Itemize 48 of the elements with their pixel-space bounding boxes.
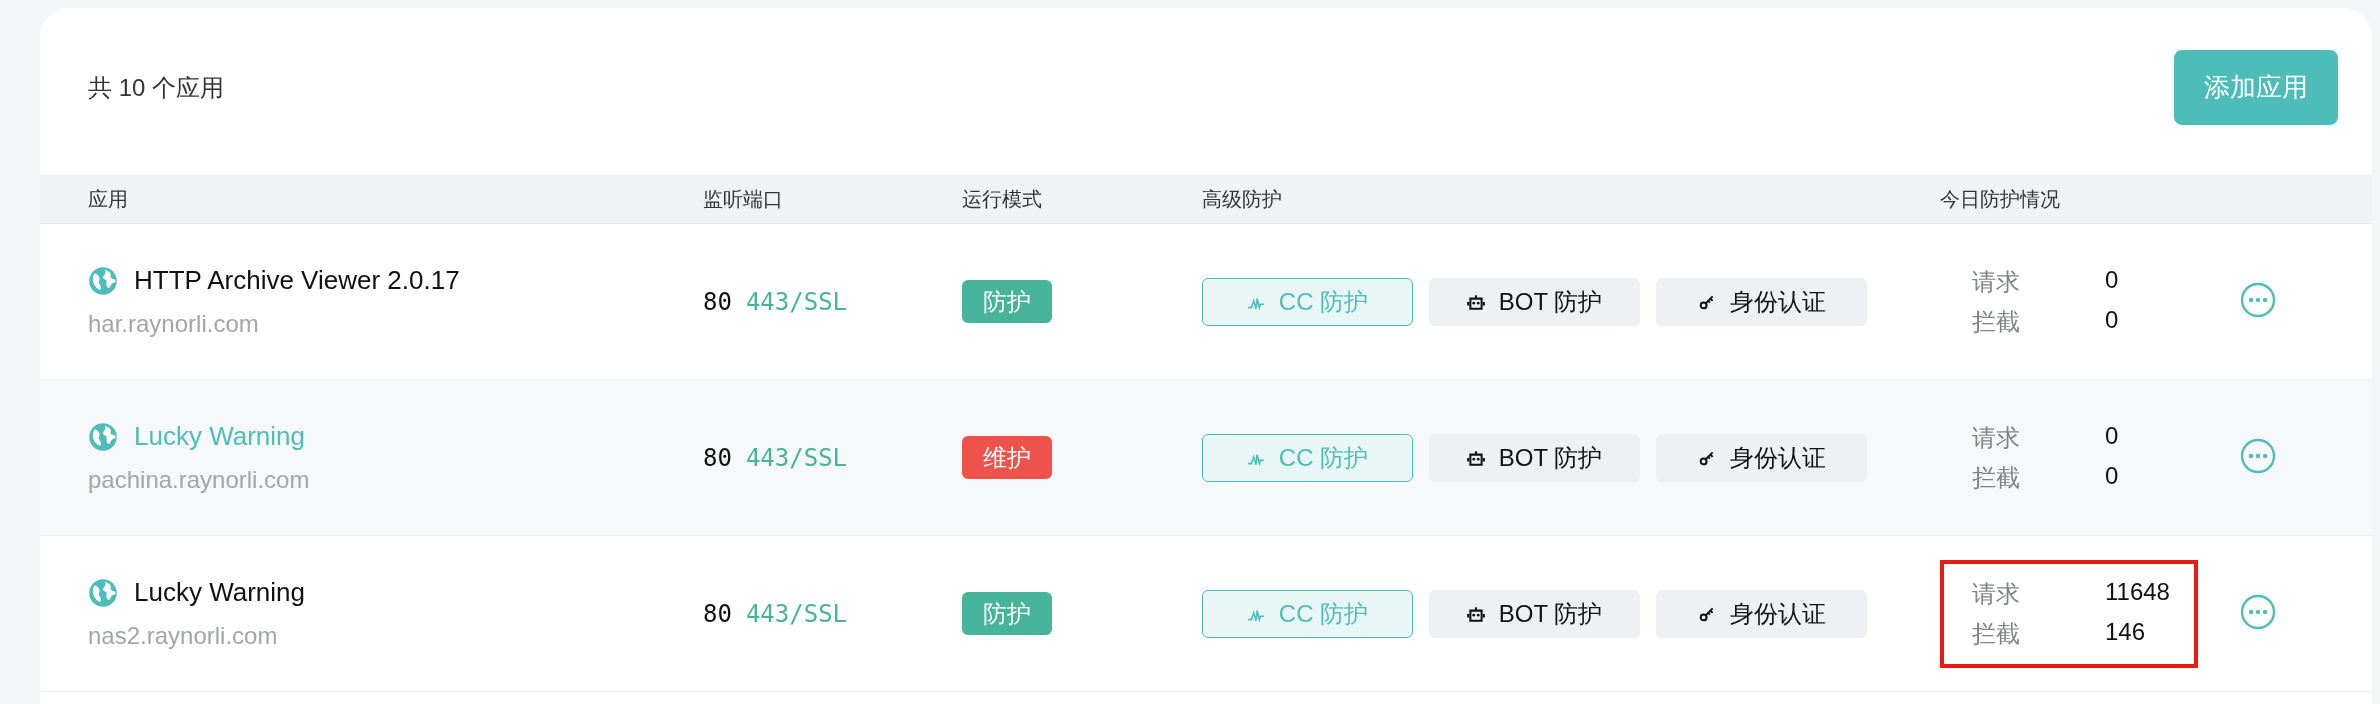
protection-toggle[interactable]: BOT 防护 <box>1429 433 1640 482</box>
app-domain: nas2.raynorli.com <box>88 622 279 650</box>
column-header: 监听端口 <box>703 186 784 212</box>
stat-value: 0 <box>2105 421 2120 451</box>
app-domain: har.raynorli.com <box>88 310 260 338</box>
globe-icon <box>88 577 118 608</box>
table-row[interactable]: Lucky Warning pachina.raynorli.com 80 443/SSL 维护 CC 防护 BOT 防护 身份认证 请求 0 拦截 0 <box>40 380 2372 536</box>
stat-value: 0 <box>2105 265 2120 295</box>
stat-label: 拦截 <box>1972 462 2021 493</box>
protection-toggle[interactable]: 身份认证 <box>1656 589 1867 638</box>
globe-icon <box>88 265 118 296</box>
robot-icon <box>1466 448 1485 467</box>
mode-badge: 维护 <box>962 435 1052 479</box>
port-label: 443/SSL <box>745 599 848 628</box>
port-label: 443/SSL <box>745 443 848 472</box>
mode-badge: 防护 <box>962 279 1052 323</box>
more-icon[interactable] <box>2240 281 2276 318</box>
stat-value: 0 <box>2105 305 2120 335</box>
protection-toggle[interactable]: BOT 防护 <box>1429 277 1640 326</box>
column-header: 今日防护情况 <box>1940 186 2061 212</box>
protection-toggle[interactable]: 身份认证 <box>1656 433 1867 482</box>
mode-badge: 防护 <box>962 591 1052 635</box>
stat-label: 请求 <box>1972 266 2021 297</box>
robot-icon <box>1466 292 1485 311</box>
more-icon[interactable] <box>2240 593 2276 630</box>
protection-toggle[interactable]: 身份认证 <box>1656 277 1867 326</box>
column-header: 高级防护 <box>1202 186 1283 212</box>
more-icon[interactable] <box>2240 437 2276 474</box>
app-domain: pachina.raynorli.com <box>88 466 311 494</box>
stat-value: 146 <box>2105 617 2147 647</box>
app-name[interactable]: Lucky Warning <box>134 577 305 608</box>
stat-label: 拦截 <box>1972 618 2021 649</box>
robot-icon <box>1466 604 1485 623</box>
app-name[interactable]: HTTP Archive Viewer 2.0.17 <box>134 265 460 296</box>
stat-label: 请求 <box>1972 422 2021 453</box>
stat-label: 拦截 <box>1972 306 2021 337</box>
column-header: 应用 <box>88 186 129 212</box>
protection-toggle[interactable]: BOT 防护 <box>1429 589 1640 638</box>
port-label: 80 <box>703 287 732 316</box>
stat-value: 11648 <box>2105 577 2171 607</box>
port-label: 80 <box>703 599 732 628</box>
stat-value: 0 <box>2105 461 2120 491</box>
column-header: 运行模式 <box>962 186 1043 212</box>
app-count: 共 10 个应用 <box>88 72 225 103</box>
stat-label: 请求 <box>1972 578 2021 609</box>
globe-icon <box>88 421 118 452</box>
port-label: 443/SSL <box>745 287 848 316</box>
port-label: 80 <box>703 443 732 472</box>
